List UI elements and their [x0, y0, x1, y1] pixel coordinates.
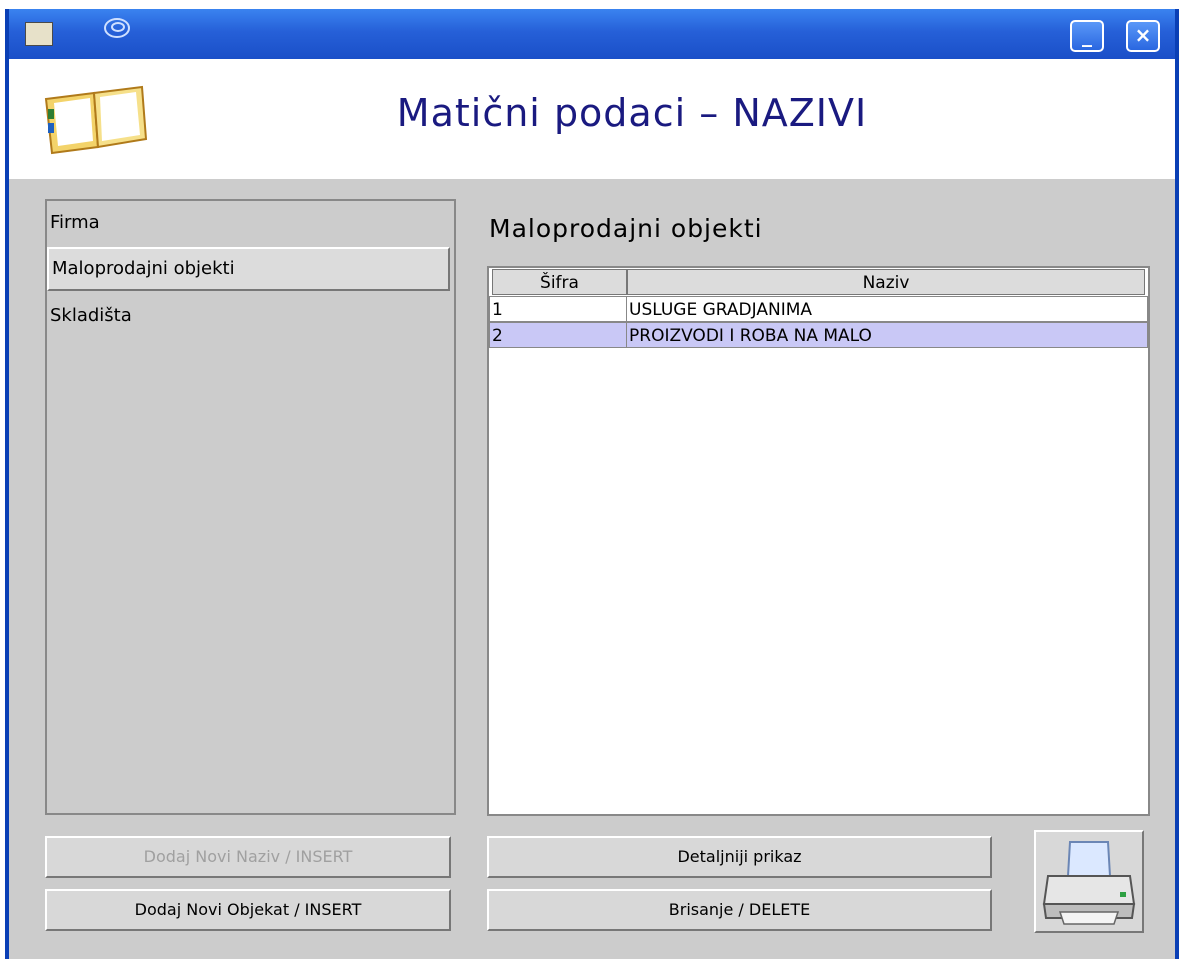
add-name-button[interactable]: Dodaj Novi Naziv / INSERT — [45, 836, 451, 878]
add-object-button[interactable]: Dodaj Novi Objekat / INSERT — [45, 889, 451, 931]
cell-sifra: 2 — [489, 322, 627, 348]
app-icon[interactable] — [25, 22, 53, 46]
section-title: Maloprodajni objekti — [489, 214, 763, 243]
sidebar-item-skladista[interactable]: Skladišta — [50, 305, 132, 326]
column-header-sifra[interactable]: Šifra — [492, 269, 627, 295]
data-table[interactable]: Šifra Naziv 1 USLUGE GRADJANIMA 2 PROIZV… — [487, 266, 1150, 816]
sidebar-item-firma[interactable]: Firma — [50, 212, 100, 233]
title-bar[interactable]: _ × — [9, 9, 1175, 59]
sidebar-item-maloprodajni-objekti[interactable]: Maloprodajni objekti — [47, 247, 450, 291]
column-header-naziv[interactable]: Naziv — [627, 269, 1145, 295]
swirl-icon — [104, 18, 130, 38]
page-title: Matični podaci – NAZIVI — [396, 91, 868, 135]
table-row-selected[interactable]: 2 PROIZVODI I ROBA NA MALO — [489, 322, 1148, 348]
table-row[interactable]: 1 USLUGE GRADJANIMA — [489, 296, 1148, 322]
details-button[interactable]: Detaljniji prikaz — [487, 836, 992, 878]
header: Matični podaci – NAZIVI — [9, 59, 1175, 179]
minimize-button[interactable]: _ — [1070, 20, 1104, 52]
cell-naziv: USLUGE GRADJANIMA — [626, 296, 1148, 322]
cell-sifra: 1 — [489, 296, 627, 322]
sidebar-list: Firma Maloprodajni objekti Skladišta — [45, 199, 456, 815]
close-button[interactable]: × — [1126, 20, 1160, 52]
printer-icon — [1042, 841, 1136, 925]
delete-button[interactable]: Brisanje / DELETE — [487, 889, 992, 931]
print-button[interactable] — [1034, 830, 1144, 933]
main-window: _ × Matični podaci – NAZIVI Firma Malopr… — [5, 9, 1179, 959]
cell-naziv: PROIZVODI I ROBA NA MALO — [626, 322, 1148, 348]
